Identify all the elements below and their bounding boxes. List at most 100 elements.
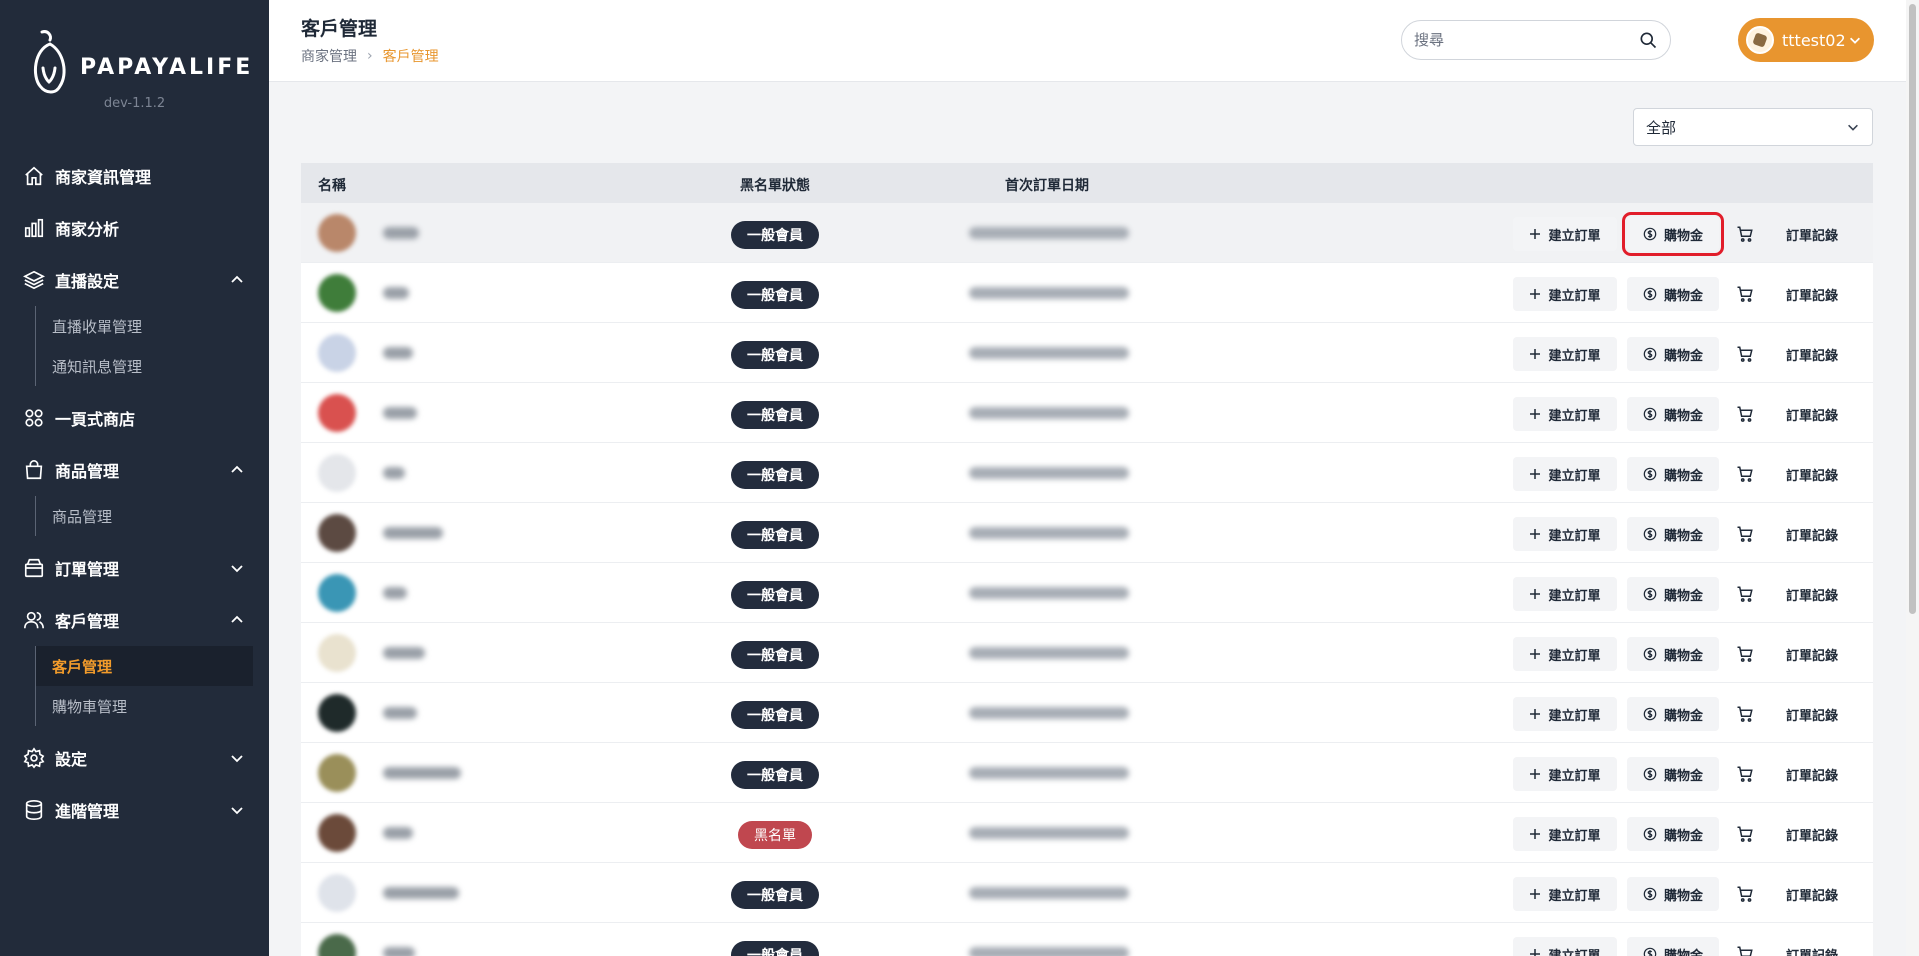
create-order-button[interactable]: 建立訂單 — [1513, 757, 1617, 791]
avatar — [318, 754, 356, 792]
table-row[interactable]: 一般會員 建立訂單 購物金 訂單記錄 — [301, 203, 1873, 263]
avatar — [318, 214, 356, 252]
create-order-button[interactable]: 建立訂單 — [1513, 697, 1617, 731]
create-order-button[interactable]: 建立訂單 — [1513, 637, 1617, 671]
create-order-button[interactable]: 建立訂單 — [1513, 877, 1617, 911]
sidebar-subitem-carts[interactable]: 購物車管理 — [36, 686, 253, 726]
order-records-button[interactable]: 訂單記錄 — [1779, 397, 1845, 431]
shopping-credit-button[interactable]: 購物金 — [1627, 817, 1719, 851]
shopping-credit-button[interactable]: 購物金 — [1627, 937, 1719, 956]
order-records-button[interactable]: 訂單記錄 — [1779, 277, 1845, 311]
order-records-button[interactable]: 訂單記錄 — [1779, 937, 1845, 956]
create-order-button[interactable]: 建立訂單 — [1513, 217, 1617, 251]
cart-button[interactable] — [1731, 517, 1759, 551]
dollar-coin-icon — [1643, 887, 1657, 901]
table-row[interactable]: 一般會員 建立訂單 購物金 訂單記錄 — [301, 743, 1873, 803]
customer-name-redacted — [383, 827, 413, 839]
avatar — [1746, 26, 1774, 54]
create-order-button[interactable]: 建立訂單 — [1513, 817, 1617, 851]
sidebar-subitem-customers[interactable]: 客戶管理 — [36, 646, 253, 686]
status-filter-select[interactable]: 全部 — [1633, 108, 1873, 146]
sidebar-item-merchant-analytics[interactable]: 商家分析 — [0, 202, 269, 254]
cart-button[interactable] — [1731, 337, 1759, 371]
status-badge: 一般會員 — [731, 461, 819, 489]
brand-logo[interactable]: PAPAYALIFE — [28, 28, 253, 96]
order-records-button[interactable]: 訂單記錄 — [1779, 877, 1845, 911]
sidebar-item-live-settings[interactable]: 直播設定 — [0, 254, 269, 306]
sidebar-item-customers[interactable]: 客戶管理 — [0, 594, 269, 646]
sidebar-subitem-live-orders[interactable]: 直播收單管理 — [36, 306, 253, 346]
breadcrumb-item-merchant[interactable]: 商家管理 — [301, 46, 357, 66]
create-order-label: 建立訂單 — [1548, 768, 1601, 784]
cart-button[interactable] — [1731, 397, 1759, 431]
shopping-credit-button[interactable]: 購物金 — [1627, 517, 1719, 551]
shopping-credit-button[interactable]: 購物金 — [1627, 877, 1719, 911]
scrollbar-thumb[interactable] — [1909, 4, 1916, 614]
shopping-credit-button[interactable]: 購物金 — [1622, 212, 1724, 256]
create-order-button[interactable]: 建立訂單 — [1513, 337, 1617, 371]
sidebar-item-advanced[interactable]: 進階管理 — [0, 784, 269, 836]
order-records-button[interactable]: 訂單記錄 — [1779, 817, 1845, 851]
create-order-label: 建立訂單 — [1548, 888, 1601, 904]
table-row[interactable]: 一般會員 建立訂單 購物金 訂單記錄 — [301, 923, 1873, 956]
shopping-credit-button[interactable]: 購物金 — [1627, 337, 1719, 371]
cart-button[interactable] — [1731, 817, 1759, 851]
table-row[interactable]: 一般會員 建立訂單 購物金 訂單記錄 — [301, 323, 1873, 383]
first-order-date-redacted — [969, 767, 1129, 779]
cart-button[interactable] — [1731, 877, 1759, 911]
table-row[interactable]: 一般會員 建立訂單 購物金 訂單記錄 — [301, 263, 1873, 323]
gear-icon — [23, 747, 45, 769]
table-row[interactable]: 一般會員 建立訂單 購物金 訂單記錄 — [301, 383, 1873, 443]
shopping-credit-button[interactable]: 購物金 — [1627, 637, 1719, 671]
table-row[interactable]: 一般會員 建立訂單 購物金 訂單記錄 — [301, 683, 1873, 743]
table-row[interactable]: 一般會員 建立訂單 購物金 訂單記錄 — [301, 863, 1873, 923]
create-order-button[interactable]: 建立訂單 — [1513, 577, 1617, 611]
table-row[interactable]: 黑名單 建立訂單 購物金 訂單記錄 — [301, 803, 1873, 863]
order-records-button[interactable]: 訂單記錄 — [1779, 457, 1845, 491]
order-records-button[interactable]: 訂單記錄 — [1779, 757, 1845, 791]
cart-button[interactable] — [1731, 457, 1759, 491]
shopping-credit-button[interactable]: 購物金 — [1627, 697, 1719, 731]
shopping-credit-button[interactable]: 購物金 — [1627, 457, 1719, 491]
sidebar-item-orders[interactable]: 訂單管理 — [0, 542, 269, 594]
dollar-coin-icon — [1643, 227, 1657, 241]
create-order-button[interactable]: 建立訂單 — [1513, 457, 1617, 491]
sidebar-item-merchant-info[interactable]: 商家資訊管理 — [0, 150, 269, 202]
create-order-button[interactable]: 建立訂單 — [1513, 937, 1617, 956]
cart-button[interactable] — [1731, 697, 1759, 731]
order-records-button[interactable]: 訂單記錄 — [1779, 577, 1845, 611]
cart-button[interactable] — [1731, 577, 1759, 611]
cart-button[interactable] — [1731, 217, 1759, 251]
create-order-button[interactable]: 建立訂單 — [1513, 277, 1617, 311]
table-row[interactable]: 一般會員 建立訂單 購物金 訂單記錄 — [301, 503, 1873, 563]
sidebar-subitem-products[interactable]: 商品管理 — [36, 496, 253, 536]
order-records-button[interactable]: 訂單記錄 — [1779, 337, 1845, 371]
table-row[interactable]: 一般會員 建立訂單 購物金 訂單記錄 — [301, 623, 1873, 683]
cart-button[interactable] — [1731, 757, 1759, 791]
scrollbar[interactable] — [1906, 0, 1919, 956]
order-records-button[interactable]: 訂單記錄 — [1779, 697, 1845, 731]
sidebar-subitem-notifications[interactable]: 通知訊息管理 — [36, 346, 253, 386]
cart-button[interactable] — [1731, 637, 1759, 671]
create-order-button[interactable]: 建立訂單 — [1513, 517, 1617, 551]
search-icon[interactable] — [1638, 30, 1658, 50]
cart-button[interactable] — [1731, 277, 1759, 311]
sidebar-item-one-page-store[interactable]: 一頁式商店 — [0, 392, 269, 444]
create-order-button[interactable]: 建立訂單 — [1513, 397, 1617, 431]
shopping-credit-button[interactable]: 購物金 — [1627, 277, 1719, 311]
order-records-button[interactable]: 訂單記錄 — [1779, 517, 1845, 551]
shopping-credit-button[interactable]: 購物金 — [1627, 577, 1719, 611]
search-input[interactable] — [1414, 31, 1638, 49]
order-records-button[interactable]: 訂單記錄 — [1779, 637, 1845, 671]
user-menu-button[interactable]: tttest02 — [1738, 18, 1874, 62]
chevron-down-icon — [231, 565, 243, 573]
order-records-button[interactable]: 訂單記錄 — [1779, 217, 1845, 251]
cart-button[interactable] — [1731, 937, 1759, 956]
sidebar-item-products[interactable]: 商品管理 — [0, 444, 269, 496]
sidebar-item-settings[interactable]: 設定 — [0, 732, 269, 784]
shopping-credit-button[interactable]: 購物金 — [1627, 397, 1719, 431]
table-row[interactable]: 一般會員 建立訂單 購物金 訂單記錄 — [301, 563, 1873, 623]
shopping-credit-button[interactable]: 購物金 — [1627, 757, 1719, 791]
table-row[interactable]: 一般會員 建立訂單 購物金 訂單記錄 — [301, 443, 1873, 503]
first-order-date-redacted — [969, 827, 1129, 839]
